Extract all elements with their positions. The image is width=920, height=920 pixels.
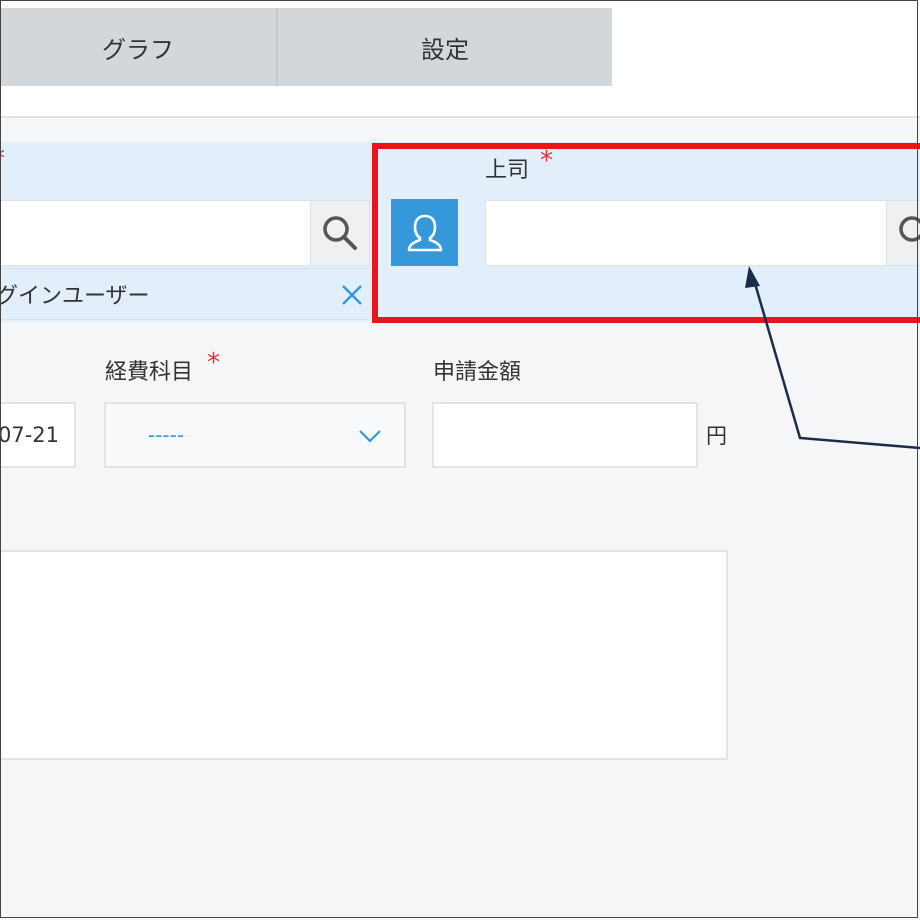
close-icon[interactable]: [338, 281, 366, 309]
date-input[interactable]: 07-21: [0, 402, 76, 468]
tab-graph[interactable]: グラフ: [0, 8, 278, 86]
toolbar-strip: [0, 86, 920, 118]
boss-field-label: 上司: [485, 158, 530, 183]
search-icon: [323, 216, 357, 250]
amount-input[interactable]: [432, 402, 698, 468]
tab-settings-label: 設定: [421, 35, 469, 64]
expense-select[interactable]: -----: [104, 402, 406, 468]
boss-required-mark: *: [540, 146, 553, 176]
chevron-down-icon: [359, 430, 381, 443]
expense-field-label: 経費科目: [105, 360, 194, 385]
user-select-button[interactable]: [391, 199, 458, 266]
applicant-search-button[interactable]: [310, 200, 370, 266]
user-icon: [407, 214, 442, 251]
tab-graph-label: グラフ: [102, 35, 174, 64]
tab-settings[interactable]: 設定: [278, 8, 612, 86]
applicant-search-input[interactable]: [0, 200, 312, 266]
search-icon: [899, 216, 920, 242]
selected-user-name: グインユーザー: [0, 284, 150, 309]
tab-bar: グラフ 設定: [0, 0, 920, 88]
expense-required-mark: *: [207, 348, 220, 378]
selected-user-tag: グインユーザー: [0, 268, 368, 320]
date-value: 07-21: [0, 423, 60, 447]
notes-textarea[interactable]: [0, 550, 728, 760]
applicant-required-mark: *: [0, 144, 5, 174]
boss-search-input[interactable]: [485, 200, 888, 266]
expense-selected-value: -----: [148, 423, 185, 447]
amount-field-label: 申請金額: [433, 360, 522, 385]
boss-search-button[interactable]: [886, 200, 920, 266]
amount-unit: 円: [706, 424, 727, 448]
